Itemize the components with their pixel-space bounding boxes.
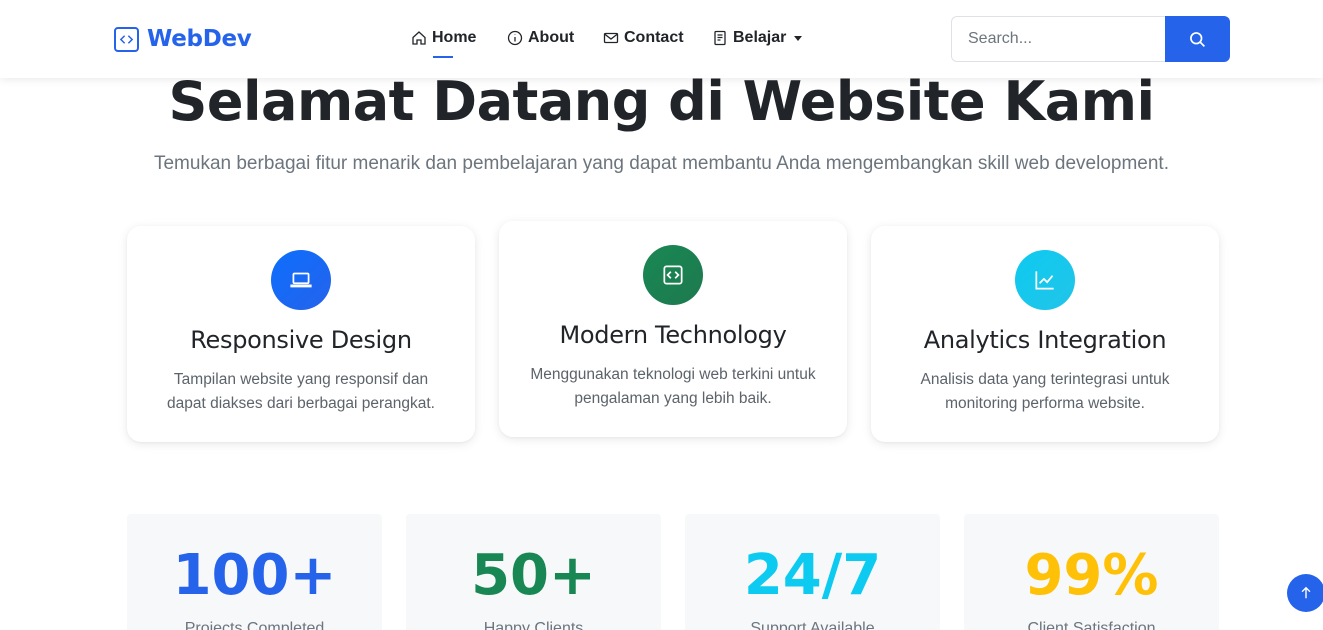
graph-up-icon	[1015, 250, 1075, 310]
top-navbar: WebDev Home About Contact Belajar	[0, 0, 1323, 78]
stat-label: Client Satisfaction	[1027, 620, 1156, 630]
stat-label: Projects Completed	[184, 620, 325, 630]
search-input[interactable]	[951, 16, 1165, 62]
stat-label: Support Available	[750, 620, 875, 630]
chevron-down-icon	[794, 35, 803, 41]
stat-card-support: 24/7 Support Available	[685, 514, 940, 630]
laptop-icon	[271, 250, 331, 310]
search-icon	[1190, 31, 1206, 47]
back-to-top-button[interactable]	[1287, 574, 1323, 612]
feature-description: Analisis data yang terintegrasi untuk mo…	[920, 371, 1170, 412]
nav-contact-link[interactable]: Contact	[603, 29, 684, 47]
feature-description: Menggunakan teknologi web terkini untuk …	[530, 366, 816, 407]
nav-home-link[interactable]: Home	[411, 29, 476, 47]
nav-home-label: Home	[432, 29, 477, 46]
journal-text-icon	[714, 30, 726, 46]
feature-title: Modern Technology	[559, 321, 787, 349]
code-square-icon	[643, 245, 703, 305]
nav-contact-label: Contact	[624, 29, 684, 46]
stat-value: 24/7	[743, 543, 882, 608]
feature-description: Tampilan website yang responsif dan dapa…	[167, 371, 435, 412]
nav-belajar-label: Belajar	[733, 29, 787, 46]
code-square-icon	[114, 26, 139, 52]
brand-logo-link[interactable]: WebDev	[114, 26, 252, 52]
stat-label: Happy Clients	[483, 620, 584, 630]
info-circle-icon	[507, 30, 523, 46]
hero-subtitle: Temukan berbagai fitur menarik dan pembe…	[153, 153, 1169, 174]
nav-belajar-dropdown[interactable]: Belajar	[712, 29, 803, 47]
stat-value: 100+	[172, 543, 337, 608]
arrow-up-icon	[1301, 586, 1311, 599]
stat-value: 50+	[471, 543, 596, 608]
feature-card-responsive-design: Responsive Design Tampilan website yang …	[127, 226, 475, 442]
stat-card-projects: 100+ Projects Completed	[127, 514, 382, 630]
feature-card-analytics-integration: Analytics Integration Analisis data yang…	[871, 226, 1219, 442]
search-form	[951, 16, 1230, 62]
feature-card-modern-technology: Modern Technology Menggunakan teknologi …	[499, 221, 847, 437]
nav-about-label: About	[528, 29, 575, 46]
search-button[interactable]	[1165, 16, 1230, 62]
stat-card-satisfaction: 99% Client Satisfaction	[964, 514, 1219, 630]
house-icon	[412, 31, 426, 45]
feature-title: Responsive Design	[190, 326, 412, 354]
active-nav-indicator	[433, 56, 453, 58]
envelope-icon	[603, 32, 619, 44]
stat-card-clients: 50+ Happy Clients	[406, 514, 661, 630]
feature-title: Analytics Integration	[923, 326, 1167, 354]
stat-value: 99%	[1024, 543, 1159, 608]
brand-name: WebDev	[147, 26, 252, 52]
nav-about-link[interactable]: About	[507, 29, 574, 47]
